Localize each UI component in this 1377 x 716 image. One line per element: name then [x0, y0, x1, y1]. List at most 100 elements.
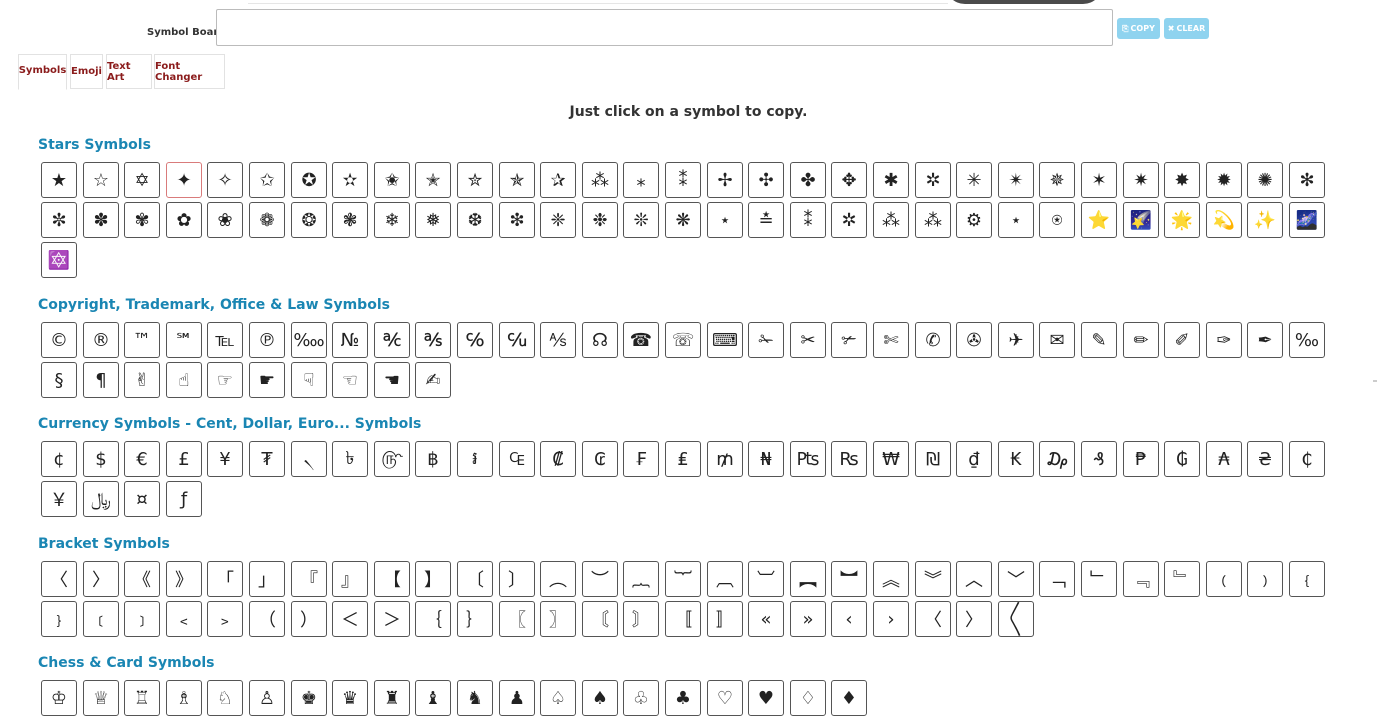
symbol-button[interactable]: ✂ — [790, 322, 826, 358]
symbol-button[interactable]: ｛ — [415, 601, 451, 637]
symbol-button[interactable]: ☆ — [83, 162, 119, 198]
symbol-button[interactable]: ︿ — [956, 561, 992, 597]
symbol-button[interactable]: ❈ — [540, 202, 576, 238]
symbol-button[interactable]: ✯ — [499, 162, 535, 198]
symbol-button[interactable]: ✱ — [873, 162, 909, 198]
symbol-button[interactable]: ✎ — [1081, 322, 1117, 358]
symbol-button[interactable]: ℆ — [499, 322, 535, 358]
symbol-button[interactable]: ₩ — [873, 441, 909, 477]
symbol-button[interactable]: ✳ — [956, 162, 992, 198]
symbol-button[interactable]: ₧ — [790, 441, 826, 477]
symbol-button[interactable]: 〚 — [665, 601, 701, 637]
symbol-button[interactable]: ✷ — [1123, 162, 1159, 198]
symbol-button[interactable]: ﹃ — [1123, 561, 1159, 597]
symbol-button[interactable]: ♣ — [665, 680, 701, 716]
symbol-button[interactable]: 〉 — [956, 601, 992, 637]
symbol-button[interactable]: « — [748, 601, 784, 637]
symbol-button[interactable]: ♧ — [623, 680, 659, 716]
symbol-button[interactable]: ৲ — [291, 441, 327, 477]
symbol-button[interactable]: 🔯 — [41, 242, 77, 278]
symbol-button[interactable]: ❅ — [415, 202, 451, 238]
symbol-button[interactable]: ✵ — [1039, 162, 1075, 198]
symbol-button[interactable]: ✤ — [790, 162, 826, 198]
symbol-button[interactable]: ︵ — [540, 561, 576, 597]
tab-font-changer[interactable]: Font Changer — [154, 54, 225, 89]
symbol-button[interactable]: ♗ — [166, 680, 202, 716]
symbol-button[interactable]: ₲ — [1164, 441, 1200, 477]
tab-symbols[interactable]: Symbols — [18, 54, 67, 90]
symbol-button[interactable]: ⋆ — [998, 202, 1034, 238]
symbol-button[interactable]: § — [41, 362, 77, 398]
symbol-board-input[interactable] — [216, 9, 1113, 46]
symbol-button[interactable]: ℀ — [374, 322, 410, 358]
symbol-button[interactable]: £ — [166, 441, 202, 477]
symbol-button[interactable]: ℗ — [249, 322, 285, 358]
symbol-button[interactable]: ✸ — [1164, 162, 1200, 198]
symbol-button[interactable]: ✏ — [1123, 322, 1159, 358]
tab-text-art[interactable]: Text Art — [106, 54, 152, 89]
symbol-button[interactable]: ☝ — [166, 362, 202, 398]
symbol-button[interactable]: ₳ — [1206, 441, 1242, 477]
symbol-button[interactable]: 〘 — [582, 601, 618, 637]
symbol-button[interactable]: ✲ — [831, 202, 867, 238]
symbol-button[interactable]: ⌨ — [707, 322, 743, 358]
symbol-button[interactable]: ﹁ — [1039, 561, 1075, 597]
symbol-button[interactable]: ✴ — [998, 162, 1034, 198]
symbol-button[interactable]: ✈ — [998, 322, 1034, 358]
symbol-button[interactable]: ﹝ — [83, 601, 119, 637]
symbol-button[interactable]: ¤ — [124, 481, 160, 517]
symbol-button[interactable]: ❋ — [665, 202, 701, 238]
symbol-button[interactable]: 《 — [124, 561, 160, 597]
symbol-button[interactable]: ₣ — [623, 441, 659, 477]
symbol-button[interactable]: ﹙ — [1206, 561, 1242, 597]
symbol-button[interactable]: ✑ — [1206, 322, 1242, 358]
symbol-button[interactable]: ℅ — [457, 322, 493, 358]
symbol-button[interactable]: ︼ — [831, 561, 867, 597]
symbol-button[interactable]: 』 — [332, 561, 368, 597]
symbol-button[interactable]: ❃ — [332, 202, 368, 238]
symbol-button[interactable]: © — [41, 322, 77, 358]
symbol-button[interactable]: ︷ — [623, 561, 659, 597]
symbol-button[interactable]: ✇ — [956, 322, 992, 358]
symbol-button[interactable]: ✒ — [1247, 322, 1283, 358]
symbol-button[interactable]: ₨ — [831, 441, 867, 477]
symbol-button[interactable]: ♛ — [332, 680, 368, 716]
symbol-button[interactable]: ✹ — [1206, 162, 1242, 198]
symbol-button[interactable]: ︾ — [915, 561, 951, 597]
symbol-button[interactable]: ︶ — [582, 561, 618, 597]
symbol-button[interactable]: 🌠 — [1123, 202, 1159, 238]
symbol-button[interactable]: ℁ — [415, 322, 451, 358]
symbol-button[interactable]: ♘ — [207, 680, 243, 716]
symbol-button[interactable]: 🌌 — [1289, 202, 1325, 238]
symbol-button[interactable]: ︽ — [873, 561, 909, 597]
symbol-button[interactable]: ❉ — [582, 202, 618, 238]
symbol-button[interactable]: ✦ — [166, 162, 202, 198]
symbol-button[interactable]: ✽ — [83, 202, 119, 238]
symbol-button[interactable]: 〱 — [998, 601, 1034, 637]
symbol-button[interactable]: ♤ — [540, 680, 576, 716]
symbol-button[interactable]: ✣ — [748, 162, 784, 198]
symbol-button[interactable]: ♟ — [499, 680, 535, 716]
symbol-button[interactable]: ☏ — [665, 322, 701, 358]
symbol-button[interactable]: 「 — [207, 561, 243, 597]
copy-button[interactable]: ⎘ COPY — [1117, 18, 1160, 39]
symbol-button[interactable]: ☎ — [623, 322, 659, 358]
symbol-button[interactable]: ⍟ — [1039, 202, 1075, 238]
symbol-button[interactable]: ≛ — [748, 202, 784, 238]
symbol-button[interactable]: ） — [291, 601, 327, 637]
symbol-button[interactable]: ⅍ — [540, 322, 576, 358]
symbol-button[interactable]: ♔ — [41, 680, 77, 716]
symbol-button[interactable]: ♚ — [291, 680, 327, 716]
symbol-button[interactable]: ♢ — [790, 680, 826, 716]
symbol-button[interactable]: ✬ — [374, 162, 410, 198]
symbol-button[interactable]: ⁑ — [790, 202, 826, 238]
symbol-button[interactable]: ℠ — [166, 322, 202, 358]
symbol-button[interactable]: ＞ — [374, 601, 410, 637]
symbol-button[interactable]: ® — [83, 322, 119, 358]
symbol-button[interactable]: ₭ — [998, 441, 1034, 477]
symbol-button[interactable]: ✰ — [540, 162, 576, 198]
symbol-button[interactable]: ＜ — [332, 601, 368, 637]
symbol-button[interactable]: ﹂ — [1081, 561, 1117, 597]
symbol-button[interactable]: ₰ — [1081, 441, 1117, 477]
symbol-button[interactable]: ✩ — [249, 162, 285, 198]
